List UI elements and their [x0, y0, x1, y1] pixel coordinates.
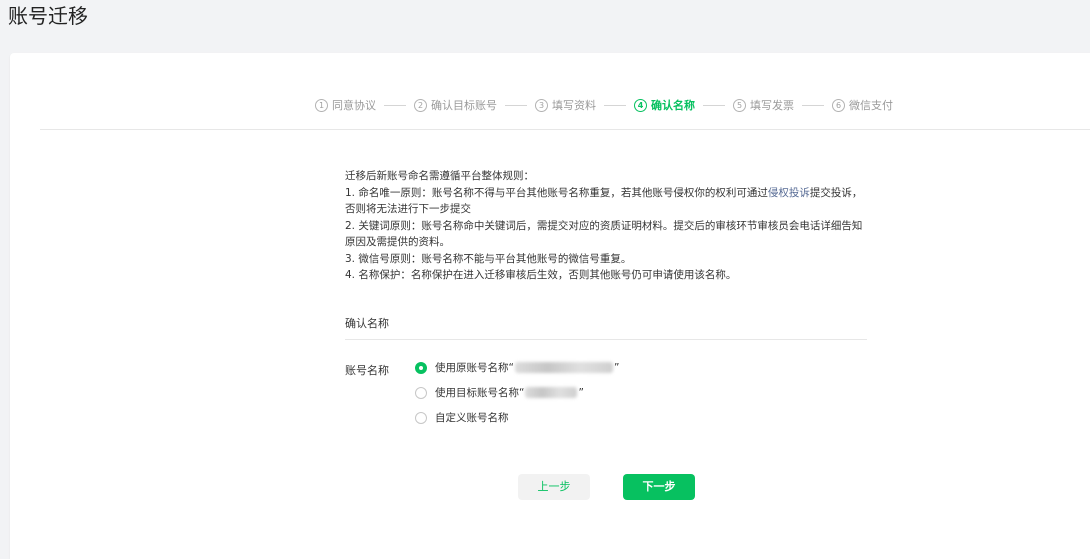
radio-unchecked-icon[interactable] [415, 386, 427, 399]
rule-1-text: 1. 命名唯一原则：账号名称不得与平台其他账号名称重复，若其他账号侵权你的权利可… [345, 186, 768, 199]
prev-step-button[interactable]: 上一步 [518, 474, 590, 500]
rule-2: 2. 关键词原则：账号名称命中关键词后，需提交对应的资质证明材料。提交后的审核环… [345, 219, 863, 249]
step-label: 确认目标账号 [431, 99, 497, 112]
step-label: 同意协议 [332, 99, 376, 112]
step-number-icon: 2 [414, 98, 427, 112]
step-number-icon: 4 [634, 98, 647, 112]
step-5: 5 填写发票 [733, 97, 794, 113]
rule-1-tail: 提交投诉， [809, 186, 863, 199]
option-target-name[interactable]: 使用目标账号名称“ ” [415, 380, 619, 405]
step-2: 2 确认目标账号 [414, 97, 497, 113]
step-6: 6 微信支付 [832, 97, 893, 113]
step-connector [703, 104, 725, 106]
main-card: 1 同意协议 2 确认目标账号 3 填写资料 4 确认名称 5 填写发票 6 微… [10, 53, 1090, 559]
step-3: 3 填写资料 [535, 97, 596, 113]
account-name-label: 账号名称 [345, 364, 389, 377]
step-number-icon: 5 [733, 98, 746, 112]
step-number-icon: 6 [832, 98, 845, 112]
rule-3: 3. 微信号原则：账号名称不能与平台其他账号的微信号重复。 [345, 252, 632, 265]
naming-rules: 迁移后新账号命名需遵循平台整体规则： 1. 命名唯一原则：账号名称不得与平台其他… [345, 168, 870, 284]
option-original-name-prefix: 使用原账号名称“ [435, 362, 514, 374]
steps-divider [40, 129, 1090, 130]
step-number-icon: 3 [535, 98, 548, 112]
step-progress: 1 同意协议 2 确认目标账号 3 填写资料 4 确认名称 5 填写发票 6 微… [315, 95, 893, 115]
step-label: 填写资料 [552, 99, 596, 112]
option-target-name-suffix: ” [578, 386, 584, 399]
account-name-options: 使用原账号名称“ ” 使用目标账号名称“ ” 自定义账号名称 [415, 355, 619, 430]
step-label: 确认名称 [651, 99, 695, 112]
option-original-name-suffix: ” [613, 361, 620, 374]
radio-checked-icon[interactable] [415, 361, 427, 374]
rules-intro: 迁移后新账号命名需遵循平台整体规则： [345, 170, 534, 182]
step-number-icon: 1 [315, 98, 328, 112]
option-custom-name[interactable]: 自定义账号名称 [415, 405, 619, 430]
step-1: 1 同意协议 [315, 97, 376, 113]
step-connector [384, 104, 406, 106]
rule-1: 1. 命名唯一原则：账号名称不得与平台其他账号名称重复，若其他账号侵权你的权利可… [345, 185, 870, 202]
redacted-name [525, 387, 578, 398]
option-target-name-prefix: 使用目标账号名称“ [435, 387, 525, 399]
rule-4: 4. 名称保护：名称保护在进入迁移审核后生效，否则其他账号仍可申请使用该名称。 [345, 269, 737, 281]
confirm-name-section-title: 确认名称 [345, 317, 389, 330]
next-step-button[interactable]: 下一步 [623, 474, 695, 500]
step-label: 填写发票 [750, 99, 794, 112]
section-divider [345, 339, 867, 340]
step-4-current: 4 确认名称 [634, 97, 695, 113]
redacted-name [514, 362, 613, 373]
step-connector [505, 104, 527, 106]
step-connector [802, 104, 824, 106]
option-original-name[interactable]: 使用原账号名称“ ” [415, 355, 619, 380]
infringement-complaint-link[interactable]: 侵权投诉 [768, 187, 810, 199]
option-custom-name-label: 自定义账号名称 [435, 412, 509, 424]
step-connector [604, 104, 626, 106]
page-title: 账号迁移 [8, 4, 88, 28]
radio-unchecked-icon[interactable] [415, 411, 427, 424]
step-label: 微信支付 [849, 99, 893, 112]
rule-1-note: 否则将无法进行下一步提交 [345, 203, 471, 215]
